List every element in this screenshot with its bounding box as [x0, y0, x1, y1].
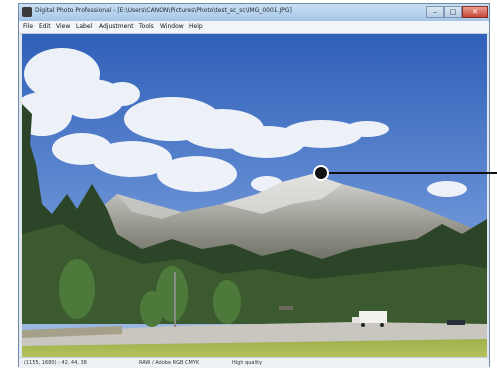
landscape-photo — [22, 34, 487, 357]
menu-adjustment[interactable]: Adjustment — [99, 23, 133, 30]
callout-marker — [313, 165, 329, 181]
close-icon: ✕ — [472, 8, 478, 16]
menu-view[interactable]: View — [56, 23, 70, 30]
app-window: Digital Photo Professional - [E:\Users\C… — [18, 3, 490, 368]
image-viewer[interactable] — [22, 34, 487, 357]
status-color-space: RAW / Adobe RGB CMYK — [139, 360, 200, 366]
menu-label[interactable]: Label — [76, 23, 92, 30]
minimize-button[interactable]: – — [426, 6, 444, 18]
minimize-icon: – — [433, 8, 437, 16]
maximize-button[interactable]: □ — [444, 6, 462, 18]
title-bar[interactable]: Digital Photo Professional - [E:\Users\C… — [19, 4, 489, 22]
menu-window[interactable]: Window — [160, 23, 184, 30]
menu-bar: File Edit View Label Adjustment Tools Wi… — [19, 21, 489, 34]
callout-line — [328, 172, 497, 174]
status-bar: (1155, 1680) : 42, 44, 38 RAW / Adobe RG… — [19, 357, 489, 368]
window-title: Digital Photo Professional - [E:\Users\C… — [35, 7, 292, 14]
menu-help[interactable]: Help — [189, 23, 203, 30]
menu-file[interactable]: File — [23, 23, 33, 30]
status-coordinates: (1155, 1680) : 42, 44, 38 — [24, 360, 87, 366]
close-button[interactable]: ✕ — [462, 6, 488, 18]
maximize-icon: □ — [449, 8, 457, 16]
status-quality: High quality — [232, 360, 263, 366]
menu-tools[interactable]: Tools — [139, 23, 154, 30]
menu-edit[interactable]: Edit — [39, 23, 51, 30]
app-icon — [22, 7, 32, 17]
